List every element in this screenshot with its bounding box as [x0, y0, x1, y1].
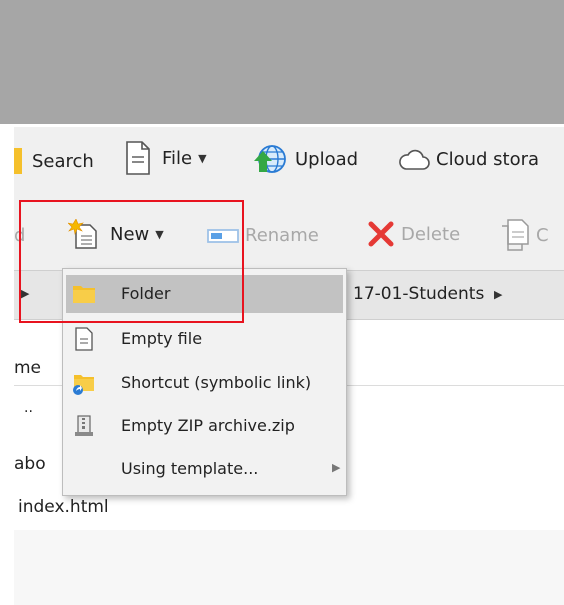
file-row[interactable]: abo: [14, 454, 46, 474]
menu-item-using-template[interactable]: Using template... ▶: [66, 450, 343, 488]
copy-button[interactable]: C: [500, 219, 549, 251]
menu-item-label: Shortcut (symbolic link): [121, 373, 312, 392]
search-label: Search: [32, 150, 94, 172]
delete-label: Delete: [401, 223, 461, 245]
cut-button[interactable]: d: [14, 225, 25, 246]
delete-button[interactable]: Delete: [367, 220, 460, 248]
menu-item-label: Empty ZIP archive.zip: [121, 416, 295, 435]
cloud-icon: [399, 149, 430, 170]
chevron-right-icon[interactable]: ▶: [494, 288, 502, 301]
shortcut-icon: [73, 375, 94, 395]
submenu-arrow-icon: ▶: [332, 461, 341, 474]
new-button[interactable]: New ▼: [68, 219, 164, 249]
new-label: New: [110, 223, 150, 245]
new-document-icon: [68, 219, 97, 249]
cut-label: d: [14, 225, 26, 246]
menu-item-label: Folder: [121, 284, 171, 303]
rename-label: Rename: [245, 225, 319, 246]
menu-item-label: Empty file: [121, 329, 203, 348]
upload-globe-icon: [254, 145, 286, 173]
chevron-right-icon[interactable]: ▶: [21, 287, 29, 300]
menu-item-zip-archive[interactable]: Empty ZIP archive.zip: [66, 407, 343, 445]
main-toolbar: Search File ▼ Upload Cloud stora: [14, 127, 564, 195]
search-folder-icon: [14, 148, 22, 174]
chevron-down-icon: ▼: [155, 227, 164, 241]
menu-item-label: Using template...: [121, 459, 259, 478]
file-icon: [126, 141, 150, 175]
column-name-header[interactable]: me: [14, 358, 41, 378]
zip-archive-icon: [75, 415, 93, 436]
file-row-parent[interactable]: ..: [24, 400, 33, 416]
file-button[interactable]: File ▼: [125, 141, 207, 175]
menu-item-folder[interactable]: Folder: [66, 275, 343, 313]
file-icon: [75, 327, 93, 351]
menu-item-empty-file[interactable]: Empty file: [66, 320, 343, 358]
file-row[interactable]: index.html: [18, 497, 109, 517]
chevron-down-icon: ▼: [198, 151, 207, 165]
breadcrumb-current-folder[interactable]: 17-01-Students: [353, 284, 484, 304]
upload-label: Upload: [295, 148, 359, 170]
copy-label: C: [536, 224, 549, 246]
upload-button[interactable]: Upload: [253, 143, 358, 175]
file-label: File: [162, 147, 193, 169]
search-button[interactable]: Search: [14, 148, 94, 174]
folder-icon: [73, 286, 95, 303]
copy-icon: [502, 219, 529, 251]
rename-button[interactable]: Rename: [207, 225, 319, 246]
new-dropdown-menu: Folder Empty file Shortcut (symbolic lin…: [62, 268, 347, 496]
window-title-bar: [0, 0, 564, 124]
cloud-storage-label: Cloud stora: [436, 148, 540, 170]
rename-icon: [207, 228, 239, 243]
status-area: [14, 530, 564, 605]
menu-item-shortcut[interactable]: Shortcut (symbolic link): [66, 364, 343, 402]
delete-x-icon: [368, 221, 394, 247]
cloud-storage-button[interactable]: Cloud stora: [398, 147, 539, 171]
edit-toolbar: d New ▼ Rename Delete C: [14, 195, 564, 270]
